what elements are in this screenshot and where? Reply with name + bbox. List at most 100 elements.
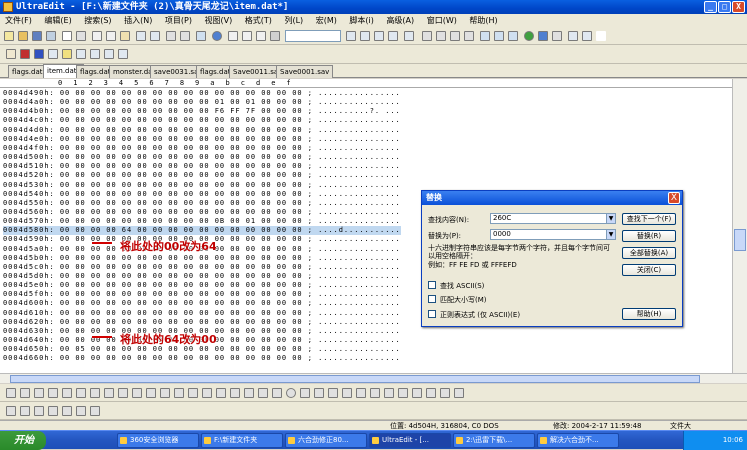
hex-row-bytes[interactable]: 00 00 00 00 00 00 00 00 00 00 00 00 00 0… [60, 126, 303, 134]
menu-project[interactable]: 项目(P) [160, 14, 197, 27]
reset-icon[interactable] [356, 388, 366, 398]
hex-row-bytes[interactable]: 00 00 00 00 00 00 00 00 00 00 00 00 00 0… [60, 208, 303, 216]
hex-row-bytes[interactable]: 00 00 00 00 00 00 00 00 00 00 01 00 01 0… [60, 98, 303, 106]
hex-row-ascii[interactable]: ; ................ [308, 354, 401, 362]
replace-with-input[interactable]: 0000 ▼ [490, 229, 616, 240]
hex-row-bytes[interactable]: 00 00 00 00 00 00 00 00 00 00 F6 FF 7F 0… [60, 107, 303, 115]
paragraph-icon[interactable] [258, 388, 268, 398]
task-liuhe-fix[interactable]: 解决六合劲不... [537, 433, 619, 448]
horizontal-scroll-thumb[interactable] [10, 375, 700, 383]
task-explorer[interactable]: F:\新建文件夹 [201, 433, 283, 448]
list-numbers-icon[interactable] [76, 406, 86, 416]
justify-icon[interactable] [464, 31, 474, 41]
outdent-icon[interactable] [90, 406, 100, 416]
font-icon[interactable] [230, 388, 240, 398]
underline-u-icon[interactable] [48, 406, 58, 416]
word-icon[interactable] [34, 49, 44, 59]
hex-row-bytes[interactable]: 00 00 00 00 00 00 00 00 00 00 00 00 00 0… [60, 254, 303, 262]
save-icon[interactable] [32, 31, 42, 41]
search-combo[interactable] [285, 30, 341, 42]
template-icon[interactable] [48, 49, 58, 59]
align-center-icon[interactable] [436, 31, 446, 41]
hex-row-bytes[interactable]: 00 00 00 00 00 00 00 00 00 00 00 00 00 0… [60, 199, 303, 207]
undo-icon[interactable] [136, 31, 146, 41]
tile-icon[interactable] [494, 31, 504, 41]
replace-all-button[interactable]: 全部替换(A) [622, 247, 676, 259]
hex-row-bytes[interactable]: 00 00 00 00 00 00 00 00 00 00 00 00 00 0… [60, 162, 303, 170]
horizontal-rule-icon[interactable] [188, 388, 198, 398]
strike-icon[interactable] [48, 388, 58, 398]
hex-row-ascii[interactable]: ; ................ [308, 126, 401, 134]
close-button[interactable]: X [732, 1, 745, 13]
menu-search[interactable]: 搜索(S) [79, 14, 116, 27]
hex-row-bytes[interactable]: 00 00 00 00 00 00 00 00 00 00 00 00 00 0… [60, 190, 303, 198]
macro-icon[interactable] [582, 31, 592, 41]
hex-row-ascii[interactable]: ; ................ [308, 309, 401, 317]
hex-row[interactable]: 0004d570h: 00 00 00 00 00 00 00 00 00 00… [3, 217, 401, 226]
task-liuhe-patch[interactable]: 六合劲修正80... [285, 433, 367, 448]
hex-row-ascii[interactable]: ; ................ [308, 281, 401, 289]
print-icon[interactable] [62, 31, 72, 41]
hex-row-bytes[interactable]: 00 00 00 00 00 00 00 00 00 00 00 00 00 0… [60, 318, 303, 326]
find-prev-icon[interactable] [242, 31, 252, 41]
hex-row-bytes[interactable]: 00 00 00 00 00 00 00 00 00 00 0B 00 01 0… [60, 217, 303, 225]
underline-icon[interactable] [34, 388, 44, 398]
table-icon[interactable] [132, 388, 142, 398]
input-icon[interactable] [300, 388, 310, 398]
menu-edit[interactable]: 编辑(E) [39, 14, 76, 27]
replace-button[interactable]: 替换(R) [622, 230, 676, 242]
bold-icon[interactable] [6, 388, 16, 398]
hex-row[interactable]: 0004d600h: 00 00 00 00 00 00 00 00 00 00… [3, 299, 401, 308]
list-bullets-icon[interactable] [62, 406, 72, 416]
dialog-close-text-button[interactable]: 关闭(C) [622, 264, 676, 276]
hex-row[interactable]: 0004d5f0h: 00 00 00 00 00 00 00 00 00 00… [3, 290, 401, 299]
help-button[interactable]: 帮助(H) [622, 308, 676, 320]
tab-save0001[interactable]: Save0001.sav [276, 65, 334, 78]
hex-row-bytes[interactable]: 00 00 00 00 00 00 00 00 00 00 00 00 00 0… [60, 181, 303, 189]
task-thunder-download[interactable]: 2:\迅雷下载\... [453, 433, 535, 448]
hex-row[interactable]: 0004d5b0h: 00 00 00 00 00 00 00 00 00 00… [3, 254, 401, 263]
hex-row-ascii[interactable]: ; ................ [308, 116, 401, 124]
hex-row-ascii[interactable]: ; ................ [308, 345, 401, 353]
hex-row-ascii[interactable]: ; ................ [308, 217, 401, 225]
cascade-icon[interactable] [508, 31, 518, 41]
menu-window[interactable]: 窗口(W) [422, 14, 462, 27]
hex-row-ascii[interactable]: ; ................ [308, 272, 401, 280]
grid-icon[interactable] [6, 406, 16, 416]
hex-row-ascii[interactable]: ; ................ [308, 162, 401, 170]
find-ascii-checkbox[interactable] [428, 281, 436, 289]
menu-format[interactable]: 格式(T) [240, 14, 277, 27]
hidden-field-icon[interactable] [370, 388, 380, 398]
script-icon[interactable] [384, 388, 394, 398]
hex-row[interactable]: 0004d610h: 00 00 00 00 00 00 00 00 00 00… [3, 309, 401, 318]
hex-row[interactable]: 0004d4a0h: 00 00 00 00 00 00 00 00 00 00… [3, 98, 401, 107]
ftp-icon[interactable] [104, 49, 114, 59]
form-icon[interactable] [160, 388, 170, 398]
hex-row-bytes[interactable]: 00 00 00 00 00 00 00 00 00 00 00 00 00 0… [60, 290, 303, 298]
horizontal-scrollbar[interactable] [0, 373, 747, 383]
hex-row[interactable]: 0004d510h: 00 00 00 00 00 00 00 00 00 00… [3, 162, 401, 171]
hex-row[interactable]: 0004d550h: 00 00 00 00 00 00 00 00 00 00… [3, 199, 401, 208]
replace-icon[interactable] [256, 31, 266, 41]
hex-row-ascii[interactable]: ; ................ [308, 263, 401, 271]
hex-row-ascii[interactable]: ; ................ [308, 135, 401, 143]
paste-icon[interactable] [120, 31, 130, 41]
help-icon[interactable] [596, 31, 606, 41]
hex-row[interactable]: 0004d4e0h: 00 00 00 00 00 00 00 00 00 00… [3, 135, 401, 144]
task-ultraedit[interactable]: UltraEdit - [... [369, 433, 451, 448]
indent-icon[interactable] [166, 31, 176, 41]
hex-row-bytes[interactable]: 00 00 00 00 00 00 00 00 00 00 00 00 00 0… [60, 171, 303, 179]
copy-icon[interactable] [106, 31, 116, 41]
hex-row[interactable]: 0004d5e0h: 00 00 00 00 00 00 00 00 00 00… [3, 281, 401, 290]
bookmark-icon[interactable] [270, 31, 280, 41]
regex-checkbox[interactable] [428, 310, 436, 318]
hex-row-bytes[interactable]: 00 00 00 00 00 00 00 00 00 00 00 00 00 0… [60, 272, 303, 280]
chevron-down-icon[interactable]: ▼ [606, 214, 615, 223]
goto-icon[interactable] [388, 31, 398, 41]
minimize-button[interactable]: _ [704, 1, 717, 13]
chevron-down-icon[interactable]: ▼ [606, 230, 615, 239]
hex-row-bytes[interactable]: 00 00 00 00 00 00 00 00 00 00 00 00 00 0… [60, 144, 303, 152]
browser-icon[interactable] [524, 31, 534, 41]
hex-row[interactable]: 0004d490h: 00 00 00 00 00 00 00 00 00 00… [3, 89, 401, 98]
hex-row-bytes[interactable]: 00 00 00 00 00 00 00 00 00 00 00 00 00 0… [60, 309, 303, 317]
